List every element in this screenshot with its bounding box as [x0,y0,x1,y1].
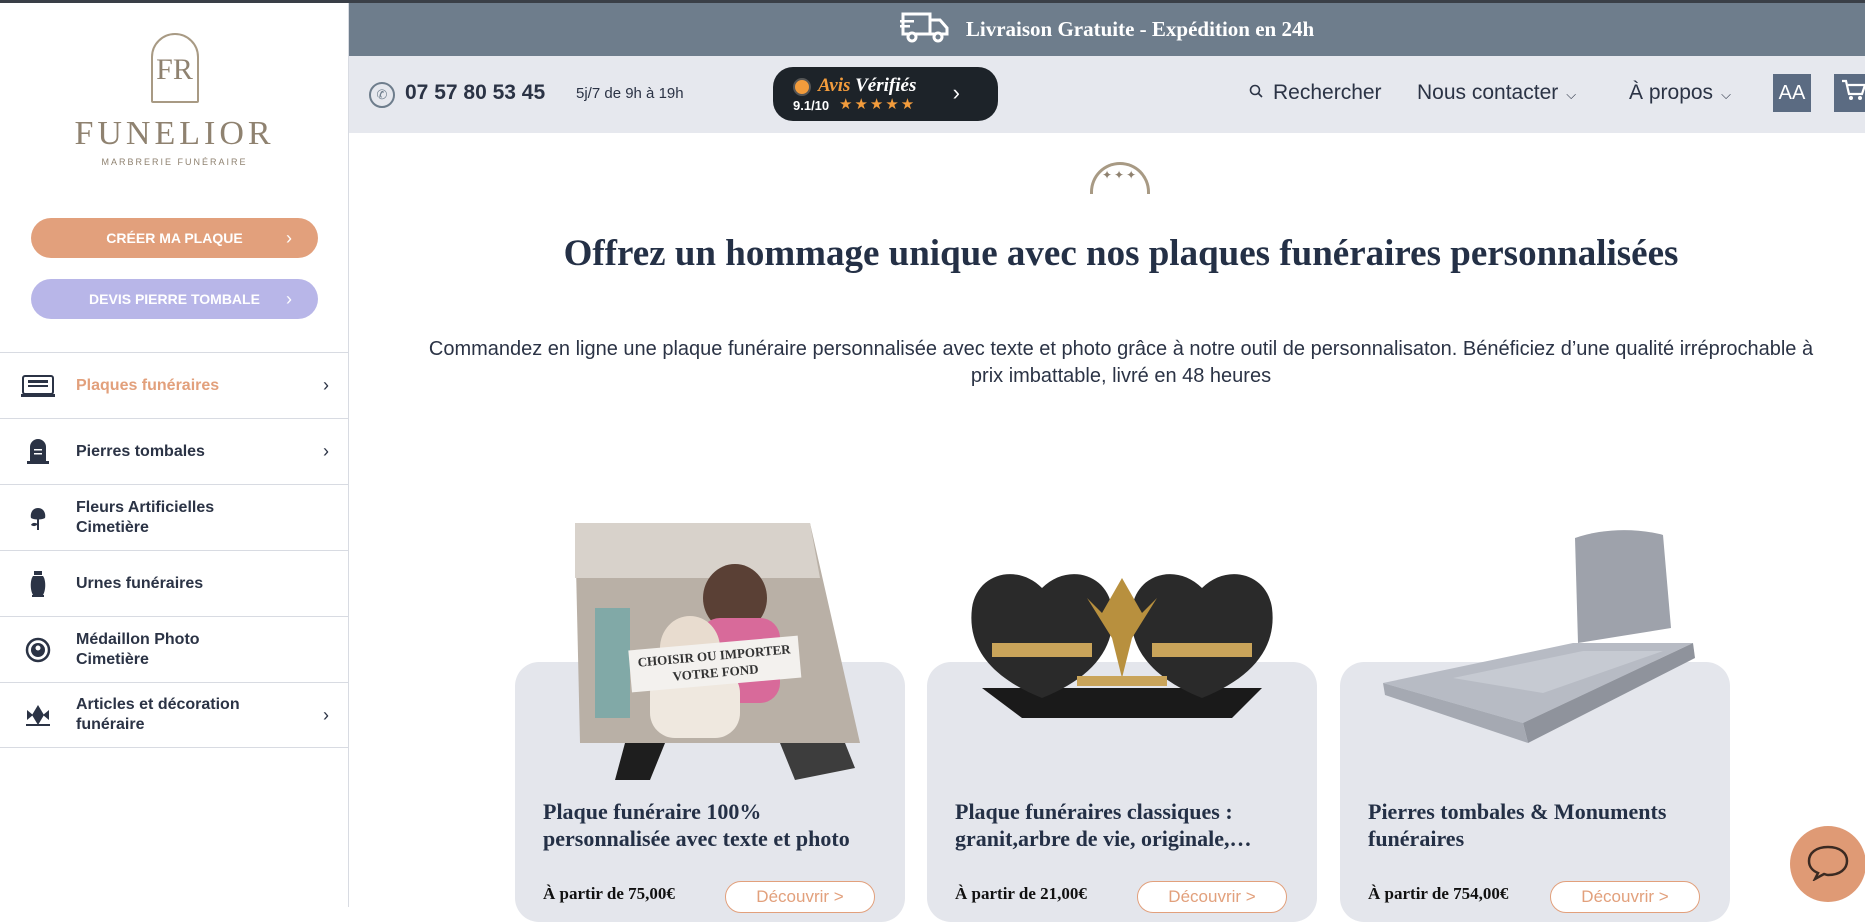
card-price: À partir de 754,00€ [1368,884,1509,903]
decoration-icon [20,700,56,730]
card-price: À partir de 75,00€ [543,884,675,903]
chevron-right-icon: › [323,705,329,725]
page-title: Offrez un hommage unique avec nos plaque… [563,233,1679,274]
sidebar-item-fleurs[interactable]: Fleurs Artificielles Cimetière [0,484,349,550]
sidebar-item-label: Médaillon Photo Cimetière [76,630,200,668]
about-label: À propos [1629,81,1714,104]
reviews-stars: ★★★★★ [839,96,917,113]
search-icon [1249,84,1263,103]
chevron-down-icon: ⌵ [1566,87,1577,102]
classic-plaque-image [971,574,1273,718]
create-plaque-label: CRÉER MA PLAQUE [106,230,243,246]
discover-button[interactable]: Découvrir > [725,881,875,913]
sidebar-item-pierres[interactable]: Pierres tombales › [0,418,349,484]
sidebar-item-label: Urnes funéraires [76,574,204,592]
search-label: Rechercher [1273,81,1382,104]
verified-reviews-badge[interactable]: Avis Vérifiés 9.1/10 ★★★★★ › [773,67,998,121]
brand-subtitle: MARBRERIE FUNÉRAIRE [101,157,248,167]
chevron-right-icon: › [323,441,329,461]
chat-bubble-icon [1806,843,1850,886]
medallion-icon [20,635,56,665]
shipping-banner: Livraison Gratuite - Expédition en 24h [349,3,1865,56]
brand-logo[interactable]: FR FUNELIOR MARBRERIE FUNÉRAIRE [0,33,349,167]
create-plaque-button[interactable]: CRÉER MA PLAQUE › [31,218,318,258]
urn-icon [20,569,56,599]
card-price: À partir de 21,00€ [955,884,1087,903]
custom-plaque-image: CHOISIR OU IMPORTER VOTRE FOND [575,523,860,780]
page-subtitle: Commandez en ligne une plaque funéraire … [428,338,1814,387]
logo-monogram-icon: FR [150,33,199,103]
sidebar-item-label: Articles et décoration funéraire [76,696,240,733]
sidebar-item-label: Pierres tombales [76,442,205,460]
cart-button[interactable] [1834,74,1865,112]
truck-icon [899,10,950,49]
reviews-score: 9.1/10 [793,98,830,113]
stars-decoration-icon: ✦✦✦ [1102,168,1139,182]
phone-icon: ✆ [369,82,395,108]
chevron-right-icon: › [286,228,292,248]
sidebar-item-articles[interactable]: Articles et décoration funéraire › [0,682,349,748]
card-title: Plaque funéraires classiques : granit,ar… [955,799,1252,851]
opening-hours: 5j/7 de 9h à 19h [576,85,684,102]
top-header: ✆ 07 57 80 53 45 5j/7 de 9h à 19h Avis V… [349,56,1865,133]
chevron-down-icon: ⌵ [1721,87,1731,102]
tombstone-icon [20,437,56,467]
sidebar-item-label: Plaques funéraires [76,376,220,394]
chevron-right-icon: › [323,375,329,395]
quote-tombstone-button[interactable]: DEVIS PIERRE TOMBALE › [31,279,318,319]
chevron-right-icon: › [286,289,292,309]
cart-icon [1841,78,1865,108]
card-title: Pierres tombales & Monuments funéraires [1368,799,1667,851]
contact-menu[interactable]: Nous contacter ⌵ [1417,81,1576,105]
chevron-right-icon: › [952,80,960,105]
sidebar-item-label: Fleurs Artificielles Cimetière [76,498,215,536]
flower-icon [20,503,56,533]
sidebar-item-plaques[interactable]: Plaques funéraires › [0,352,349,418]
font-size-button[interactable]: AA [1773,74,1811,112]
contact-label: Nous contacter [1417,81,1559,104]
font-size-icon: AA [1778,81,1806,104]
reviews-title: Avis Vérifiés [818,75,917,96]
quote-tombstone-label: DEVIS PIERRE TOMBALE [89,291,260,307]
phone-number[interactable]: 07 57 80 53 45 [405,81,545,105]
sidebar-menu: Plaques funéraires › Pierres tombales › … [0,352,349,748]
sidebar-item-medaillon[interactable]: Médaillon Photo Cimetière [0,616,349,682]
shipping-banner-text: Livraison Gratuite - Expédition en 24h [965,17,1315,41]
plaque-icon [20,371,56,401]
chat-button[interactable] [1790,826,1865,902]
discover-button[interactable]: Découvrir > [1550,881,1700,913]
card-title: Plaque funéraire 100% personnalisée avec… [543,799,850,851]
brand-name: FUNELIOR [74,115,275,152]
sidebar-item-urnes[interactable]: Urnes funéraires [0,550,349,616]
sidebar: FR FUNELIOR MARBRERIE FUNÉRAIRE CRÉER MA… [0,3,349,907]
search-link[interactable]: Rechercher [1249,81,1382,105]
tombstone-image [1383,530,1695,743]
discover-button[interactable]: Découvrir > [1137,881,1287,913]
reviews-logo-icon [793,78,811,96]
about-menu[interactable]: À propos ⌵ [1629,81,1731,105]
